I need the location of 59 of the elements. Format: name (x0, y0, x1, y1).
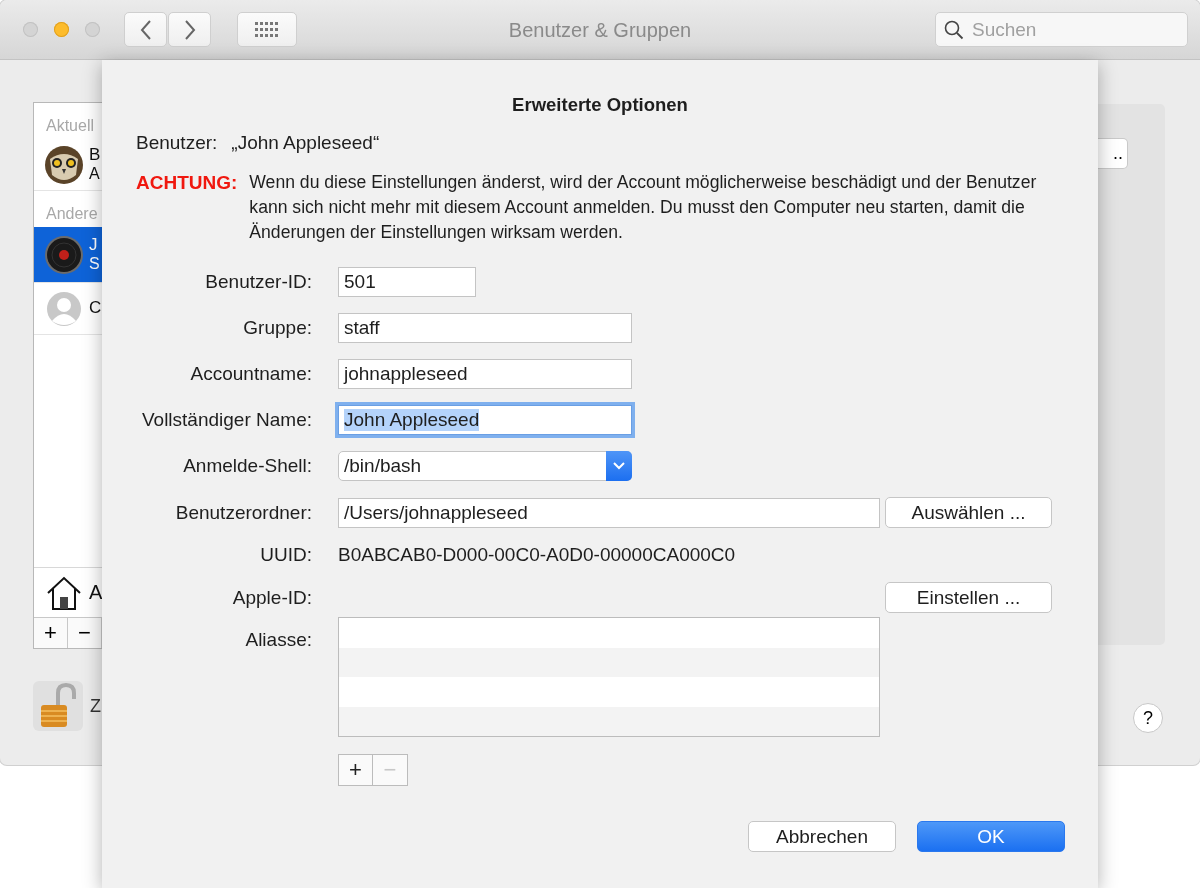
field-label: UUID: (259, 544, 313, 566)
owl-avatar-icon (44, 144, 84, 185)
remove-button[interactable]: − (68, 618, 102, 648)
minimize-icon[interactable] (54, 22, 69, 37)
user-item[interactable]: J S (34, 227, 102, 283)
sheet-title: Erweiterte Optionen (511, 94, 689, 116)
uuid-value: B0ABCAB0-D000-00C0-A0D0-00000CA000C0 (338, 544, 736, 565)
zoom-icon[interactable] (85, 22, 100, 37)
user-value: „John Appleseed“ (231, 132, 380, 154)
field-label: Aliasse: (244, 629, 313, 651)
panel-button[interactable]: .. (1098, 138, 1128, 169)
field-label: Gruppe: (242, 317, 313, 339)
field-label: Apple-ID: (231, 586, 313, 609)
text-field[interactable]: johnappleseed (338, 359, 632, 389)
field-label: Accountname: (189, 363, 313, 385)
ok-button[interactable]: OK (917, 821, 1065, 852)
group-header: Aktuell (45, 116, 96, 136)
add-button[interactable]: + (34, 618, 68, 648)
user-name: C (89, 299, 102, 318)
text-field[interactable]: 501 (338, 267, 476, 297)
lock-label: Z (90, 695, 101, 717)
field-label: Anmelde-Shell: (182, 455, 313, 477)
chevron-icon (606, 451, 632, 481)
user-name: J (89, 236, 99, 256)
warning-text: Wenn du diese Einstellungen änderst, wird der Account möglicherweise beschädigt und der Benutzer kann sich nicht mehr mit diesem Account anmelden. Du musst den Computer neu starten, damit die Änderungen der Einstellungen wirksam werden. (249, 171, 1038, 244)
shell-dropdown[interactable]: /bin/bash (338, 451, 632, 481)
choose-button[interactable]: Auswählen ... (885, 497, 1052, 528)
close-icon[interactable] (23, 22, 38, 37)
text-field[interactable]: John Appleseed (338, 405, 632, 435)
field-label: Benutzer-ID: (204, 271, 313, 293)
text-field[interactable]: staff (338, 313, 632, 343)
show-all-button[interactable] (237, 12, 297, 47)
chevron-right-icon (182, 18, 197, 41)
search-field[interactable]: Suchen (935, 12, 1188, 47)
text-field[interactable]: /Users/johnappleseed (338, 497, 880, 528)
item-label: A (89, 581, 102, 604)
user-item[interactable]: C (34, 283, 102, 335)
user-item[interactable]: B A (34, 139, 102, 191)
aliases-list[interactable] (338, 617, 880, 737)
record-avatar-icon (44, 234, 84, 275)
back-button[interactable] (124, 12, 167, 47)
user-name: B (89, 146, 101, 166)
warning-label: ACHTUNG: (136, 171, 238, 195)
grid-icon (255, 21, 279, 38)
field-label: Vollständiger Name: (140, 409, 313, 431)
padlock-icon[interactable] (33, 681, 83, 731)
user-role: S (89, 255, 100, 273)
setup-button[interactable]: Einstellen ... (885, 582, 1052, 613)
user-label: Benutzer: (136, 132, 218, 154)
cancel-button[interactable]: Abbrechen (748, 821, 896, 852)
add-alias-button[interactable]: + (338, 754, 373, 786)
search-icon (944, 20, 964, 40)
help-button[interactable]: ? (1133, 703, 1163, 733)
chevron-left-icon (138, 18, 153, 41)
field-label: Benutzerordner: (174, 501, 313, 524)
group-header: Andere (45, 204, 99, 224)
user-role: A (89, 165, 101, 183)
window-title: Benutzer & Gruppen (508, 19, 692, 42)
forward-button[interactable] (168, 12, 211, 47)
